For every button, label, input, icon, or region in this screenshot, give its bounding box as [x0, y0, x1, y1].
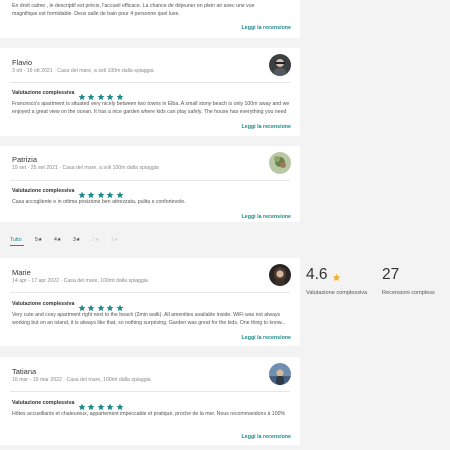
reviewer-name: Tatiana: [12, 367, 37, 376]
star-icon: [116, 403, 124, 411]
star-icon: [87, 191, 95, 199]
tab-4-stars[interactable]: 4★: [54, 237, 62, 243]
review-text: Francesco's apartment is situated very n…: [12, 101, 290, 115]
divider: [10, 180, 290, 181]
review-card-tatiana: Tatiana 16 mar - 19 mar 2022 · Casa del …: [0, 357, 300, 445]
read-review-link[interactable]: Leggi la recensione: [242, 25, 291, 31]
review-text: En droit calme , le descriptif est préci…: [12, 3, 255, 17]
avatar-image: [269, 152, 291, 174]
star-icon: [87, 403, 95, 411]
star-icon: [106, 403, 114, 411]
divider: [10, 391, 290, 392]
star-icon: [116, 304, 124, 312]
overall-score-label: Valutazione complessiva: [306, 290, 368, 296]
review-card-marie: Marie 14 apr - 17 apr 2022 · Casa del ma…: [0, 258, 300, 346]
avatar-image: [269, 264, 291, 286]
avatar: [269, 363, 291, 385]
review-card-patrizia: Patrizia 19 set - 25 set 2021 · Casa del…: [0, 146, 300, 222]
star-icon: [78, 304, 86, 312]
star-icon: [97, 403, 105, 411]
review-meta: 16 mar - 19 mar 2022 · Casa del mare, 10…: [12, 377, 151, 383]
review-count: 27: [382, 266, 400, 283]
read-review-link[interactable]: Leggi la recensione: [242, 434, 291, 440]
read-review-link[interactable]: Leggi la recensione: [242, 214, 291, 220]
review-meta: 14 apr - 17 apr 2022 · Casa del mare, 10…: [12, 278, 148, 284]
star-icon: [87, 93, 95, 101]
rating-label: Valutazione complessiva: [12, 400, 75, 406]
tab-1-stars: 1★: [111, 237, 119, 243]
avatar: [269, 264, 291, 286]
star-icon: [78, 191, 86, 199]
star-icon: [97, 191, 105, 199]
tab-3-stars[interactable]: 3★: [73, 237, 81, 243]
tab-5-stars[interactable]: 5★: [35, 237, 43, 243]
star-icon: [78, 403, 86, 411]
star-icon: [78, 93, 86, 101]
star-icon: [116, 191, 124, 199]
star-icon: [87, 304, 95, 312]
rating-label: Valutazione complessiva: [12, 188, 75, 194]
star-icon: [116, 93, 124, 101]
read-review-link[interactable]: Leggi la recensione: [242, 124, 291, 130]
tab-2-stars: 2★: [92, 237, 100, 243]
avatar-image: [269, 363, 291, 385]
star-icon: [97, 304, 105, 312]
review-meta: 19 set - 25 set 2021 · Casa del mare, a …: [12, 165, 159, 171]
divider: [10, 82, 290, 83]
overall-score: 4.6: [306, 266, 328, 283]
review-text: Hôtes accueillants et chaleureux, appart…: [12, 411, 286, 417]
review-meta: 3 ott - 16 ott 2021 · Casa del mare, a s…: [12, 68, 154, 74]
read-review-link[interactable]: Leggi la recensione: [242, 335, 291, 341]
star-icon: [106, 93, 114, 101]
review-card-flavio: Flavio 3 ott - 16 ott 2021 · Casa del ma…: [0, 48, 300, 136]
star-icon: [106, 304, 114, 312]
avatar: [269, 152, 291, 174]
reviewer-name: Patrizia: [12, 155, 38, 164]
tab-all[interactable]: Tutto: [10, 237, 22, 243]
rating-label: Valutazione complessiva: [12, 90, 75, 96]
review-text: Very cute and cosy apartment right next …: [12, 312, 286, 326]
active-tab-indicator: [10, 245, 24, 246]
avatar: [269, 54, 291, 76]
review-card-top: En droit calme , le descriptif est préci…: [0, 0, 300, 38]
review-count-label: Recensioni compless: [382, 290, 435, 296]
star-icon: [97, 93, 105, 101]
avatar-image: [269, 54, 291, 76]
reviewer-name: Marie: [12, 268, 31, 277]
star-icon: [332, 273, 341, 282]
divider: [10, 292, 290, 293]
reviewer-name: Flavio: [12, 58, 33, 67]
review-text: Casa accogliente e in ottima posizione b…: [12, 199, 186, 205]
star-icon: [106, 191, 114, 199]
rating-label: Valutazione complessiva: [12, 301, 75, 307]
